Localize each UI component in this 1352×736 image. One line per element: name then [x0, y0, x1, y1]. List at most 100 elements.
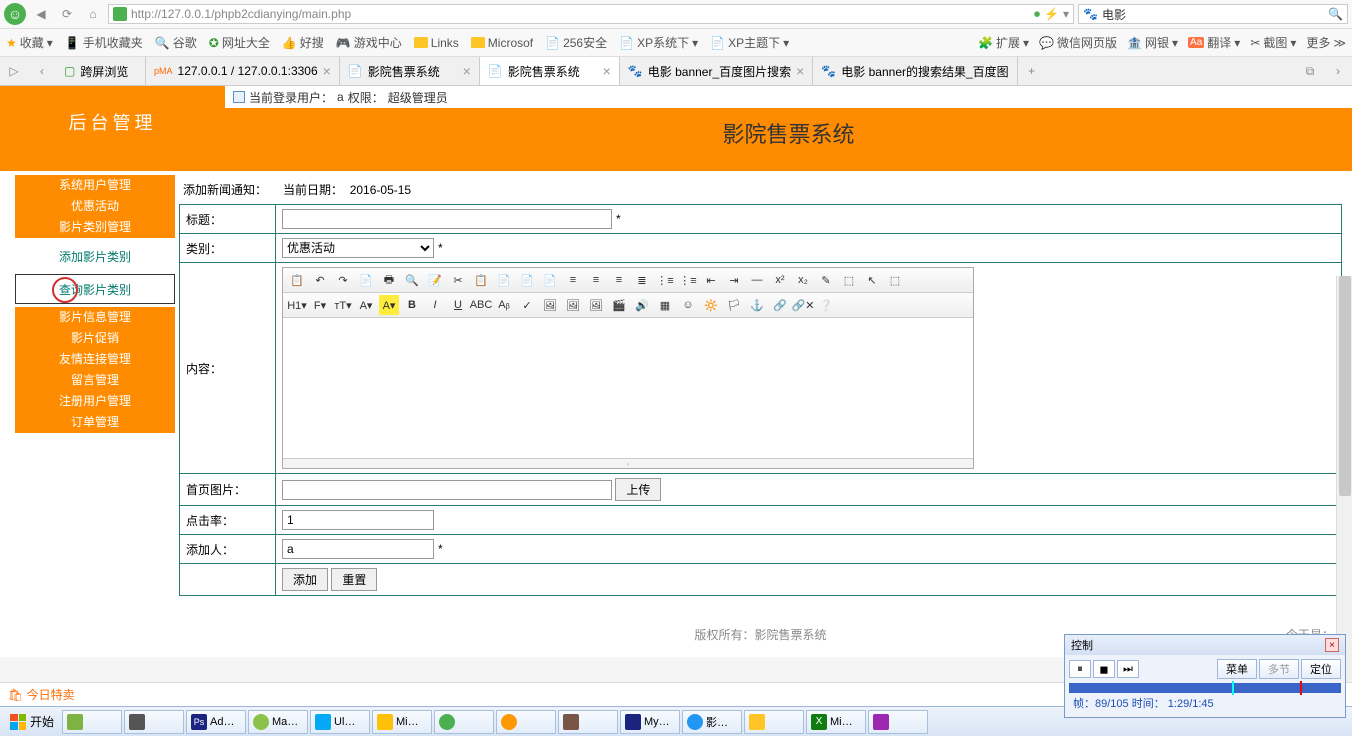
- editor-tool[interactable]: Aᵦ: [494, 295, 514, 315]
- home-button[interactable]: ⌂: [82, 3, 104, 25]
- editor-tool[interactable]: 🔍: [402, 270, 422, 290]
- task-item[interactable]: XMi…: [806, 710, 866, 734]
- editor-tool[interactable]: ⋮≡: [678, 270, 698, 290]
- tab-scroll-left[interactable]: ‹: [28, 57, 56, 85]
- editor-tool[interactable]: 🔆: [701, 295, 721, 315]
- editor-tool[interactable]: 📋: [471, 270, 491, 290]
- bookmark-item[interactable]: 🎮游戏中心: [336, 34, 402, 51]
- bookmark-item[interactable]: 📄256安全: [545, 34, 607, 51]
- editor-tool[interactable]: 🔗: [770, 295, 790, 315]
- close-icon[interactable]: ×: [796, 63, 804, 79]
- editor-tool[interactable]: 📄: [517, 270, 537, 290]
- play-pause-button[interactable]: ⏸: [1069, 660, 1091, 678]
- editor-tool[interactable]: U: [448, 295, 468, 315]
- editor-tool[interactable]: ≡: [563, 270, 583, 290]
- editor-tool[interactable]: ↶: [310, 270, 330, 290]
- editor-tool[interactable]: ▦: [655, 295, 675, 315]
- bookmark-item[interactable]: 📄XP主题下 ▾: [710, 34, 789, 51]
- editor-tool[interactable]: A▾: [379, 295, 399, 315]
- more-button[interactable]: 更多 ≫: [1306, 34, 1346, 51]
- task-item[interactable]: [558, 710, 618, 734]
- sidebar-item-messages[interactable]: 留言管理: [15, 370, 175, 391]
- bookmark-item[interactable]: ✪网址大全: [209, 34, 270, 51]
- task-item[interactable]: 影…: [682, 710, 742, 734]
- editor-tool[interactable]: ⇤: [701, 270, 721, 290]
- control-title-bar[interactable]: 控制 ×: [1065, 635, 1345, 655]
- editor-tool[interactable]: ⚓: [747, 295, 767, 315]
- editor-tool[interactable]: ↷: [333, 270, 353, 290]
- sidebar-item-film-info[interactable]: 影片信息管理: [15, 307, 175, 328]
- stop-button[interactable]: ◼: [1093, 660, 1115, 678]
- task-item[interactable]: My…: [620, 710, 680, 734]
- upload-button[interactable]: 上传: [615, 478, 661, 501]
- editor-tool[interactable]: ABC: [471, 295, 491, 315]
- task-item[interactable]: PsAd…: [186, 710, 246, 734]
- task-item[interactable]: [124, 710, 184, 734]
- editor-tool[interactable]: ✂: [448, 270, 468, 290]
- tab-cross-screen[interactable]: ▢跨屏浏览: [56, 57, 146, 85]
- tab-phpmyadmin[interactable]: pMA127.0.0.1 / 127.0.0.1:3306×: [146, 57, 340, 85]
- editor-tool[interactable]: 🔊: [632, 295, 652, 315]
- flash-icon[interactable]: ⚡: [1044, 7, 1059, 21]
- editor-tool[interactable]: ≣: [632, 270, 652, 290]
- task-item[interactable]: [744, 710, 804, 734]
- editor-tool[interactable]: 🔗✕: [793, 295, 813, 315]
- editor-tool[interactable]: ⇥: [724, 270, 744, 290]
- editor-tool[interactable]: A▾: [356, 295, 376, 315]
- title-input[interactable]: [282, 209, 612, 229]
- editor-tool[interactable]: ⋮≡: [655, 270, 675, 290]
- locate-button[interactable]: 定位: [1301, 659, 1341, 679]
- start-button[interactable]: 开始: [4, 711, 60, 732]
- screenshot-button[interactable]: ✂截图 ▾: [1250, 34, 1296, 51]
- new-tab-button[interactable]: +: [1018, 57, 1046, 85]
- editor-tool[interactable]: ᴛT▾: [333, 295, 353, 315]
- sidebar-sub-query-category[interactable]: 查询影片类别: [15, 274, 175, 304]
- search-bar[interactable]: 🐾 电影 🔍: [1078, 4, 1348, 24]
- tab-baidu-search[interactable]: 🐾电影 banner的搜索结果_百度图: [813, 57, 1017, 85]
- editor-tool[interactable]: x₂: [793, 270, 813, 290]
- sidebar-item-reg-users[interactable]: 注册用户管理: [15, 391, 175, 412]
- extensions-button[interactable]: 🧩扩展 ▾: [978, 34, 1029, 51]
- task-item[interactable]: [868, 710, 928, 734]
- category-select[interactable]: 优惠活动: [282, 238, 434, 258]
- editor-tool[interactable]: ☺: [678, 295, 698, 315]
- close-icon[interactable]: ×: [603, 63, 611, 79]
- tab-baidu-image[interactable]: 🐾电影 banner_百度图片搜索×: [620, 57, 814, 85]
- adder-input[interactable]: [282, 539, 434, 559]
- task-item[interactable]: [496, 710, 556, 734]
- bookmark-item[interactable]: 👍好搜: [282, 34, 324, 51]
- sidebar-item-category[interactable]: 影片类别管理: [15, 217, 175, 238]
- close-icon[interactable]: ×: [1325, 638, 1339, 652]
- editor-body[interactable]: [283, 318, 973, 458]
- editor-tool[interactable]: I: [425, 295, 445, 315]
- editor-tool[interactable]: 🎬: [609, 295, 629, 315]
- menu-button[interactable]: 菜单: [1217, 659, 1257, 679]
- editor-tool[interactable]: ✎: [816, 270, 836, 290]
- tab-cinema-1[interactable]: 📄影院售票系统×: [340, 57, 480, 85]
- editor-tool[interactable]: ⬚: [885, 270, 905, 290]
- sidebar-item-orders[interactable]: 订单管理: [15, 412, 175, 433]
- wechat-web-button[interactable]: 💬微信网页版: [1039, 34, 1117, 51]
- next-button[interactable]: ⏭: [1117, 660, 1139, 678]
- task-item[interactable]: [434, 710, 494, 734]
- editor-tool[interactable]: H1▾: [287, 295, 307, 315]
- sidebar-item-film-promo[interactable]: 影片促销: [15, 328, 175, 349]
- bookmark-item[interactable]: 📄XP系统下 ▾: [619, 34, 698, 51]
- close-icon[interactable]: ×: [323, 63, 331, 79]
- url-bar[interactable]: http://127.0.0.1/phpb2cdianying/main.php…: [108, 4, 1074, 24]
- editor-tool[interactable]: 📄: [494, 270, 514, 290]
- editor-tool[interactable]: 📝: [425, 270, 445, 290]
- editor-tool[interactable]: B: [402, 295, 422, 315]
- timeline[interactable]: [1069, 683, 1341, 693]
- bookmark-item[interactable]: 📱手机收藏夹: [65, 34, 143, 51]
- editor-tool[interactable]: ✓: [517, 295, 537, 315]
- translate-button[interactable]: Aa翻译 ▾: [1188, 34, 1240, 51]
- editor-tool[interactable]: ❔: [816, 295, 836, 315]
- bank-button[interactable]: 🏦网银 ▾: [1127, 34, 1178, 51]
- bookmark-item[interactable]: Microsof: [471, 36, 533, 50]
- url-dropdown-icon[interactable]: ▾: [1063, 7, 1069, 21]
- tab-history-button[interactable]: ▷: [0, 57, 28, 85]
- hits-input[interactable]: [282, 510, 434, 530]
- task-item[interactable]: Ma…: [248, 710, 308, 734]
- task-item[interactable]: Mi…: [372, 710, 432, 734]
